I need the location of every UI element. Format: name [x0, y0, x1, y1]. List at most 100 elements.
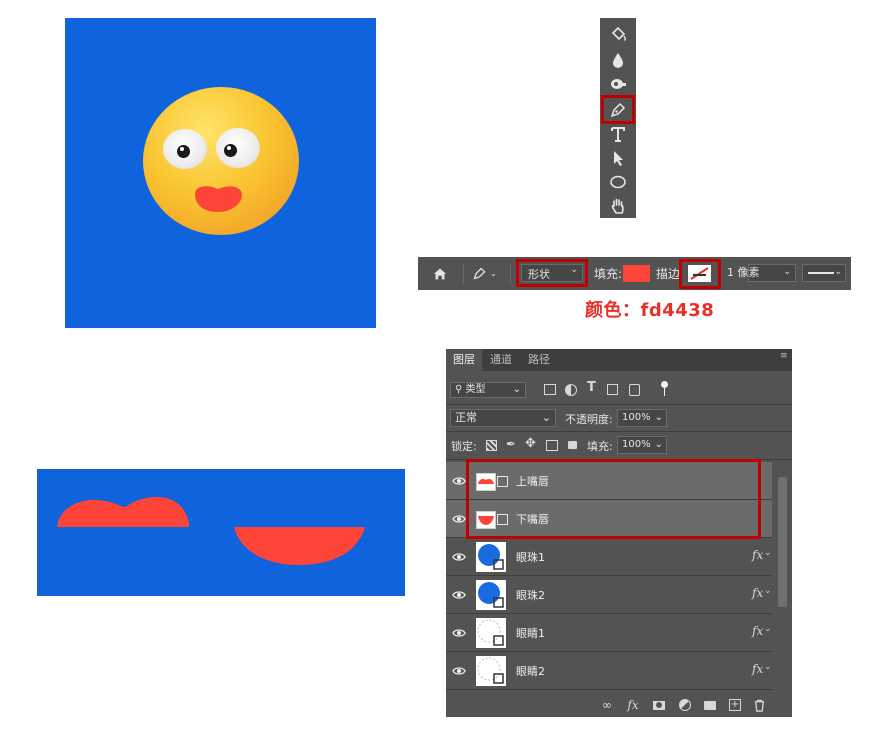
emoji-mouth: [195, 186, 242, 212]
layers-scrollbar-thumb[interactable]: [778, 477, 787, 607]
adjustment-filter-icon[interactable]: [565, 384, 577, 396]
tab-channels[interactable]: 通道: [490, 349, 512, 371]
layer-row-eye-2[interactable]: 眼睛2 fx ⌄: [446, 652, 772, 690]
opacity-input[interactable]: 100% ⌄: [617, 409, 667, 427]
trash-icon[interactable]: [751, 697, 767, 713]
lock-position-icon[interactable]: ✥: [525, 436, 536, 451]
layer-thumbnail: [476, 580, 506, 610]
lock-all-icon[interactable]: [568, 441, 577, 449]
stroke-label: 描边: [656, 267, 681, 281]
layer-thumbnail: [476, 542, 506, 572]
add-layer-style-icon[interactable]: fx: [625, 697, 641, 713]
link-layers-icon[interactable]: ∞: [599, 697, 615, 713]
tools-panel: [600, 18, 636, 218]
visibility-eye-icon[interactable]: [452, 512, 466, 526]
lock-artboard-icon[interactable]: [546, 440, 558, 451]
chevron-down-icon[interactable]: ⌄: [764, 548, 772, 558]
home-icon[interactable]: [432, 257, 452, 290]
layer-effects-icon[interactable]: fx: [752, 548, 763, 562]
filter-toggle-stem: [664, 388, 665, 396]
emoji-canvas: [65, 18, 376, 328]
divider: [510, 263, 511, 284]
right-pupil: [224, 144, 237, 157]
chevron-down-icon: ⌄: [654, 412, 663, 423]
ellipse-icon[interactable]: [600, 170, 636, 194]
paint-bucket-icon[interactable]: [600, 22, 636, 46]
fill-value: 100%: [622, 439, 651, 450]
layers-bottom-bar: ∞ fx +: [446, 693, 792, 717]
chevron-down-icon: ⌄: [541, 411, 551, 424]
panel-menu-icon[interactable]: ≡: [780, 352, 788, 361]
smart-object-filter-icon[interactable]: [629, 384, 640, 396]
visibility-eye-icon[interactable]: [452, 588, 466, 602]
new-group-folder-icon[interactable]: [702, 697, 718, 713]
layer-name: 眼睛1: [516, 627, 545, 640]
type-icon[interactable]: [600, 122, 636, 146]
left-pupil: [177, 145, 190, 158]
divider: [446, 431, 792, 432]
pen-tool-highlight: [601, 95, 635, 124]
layer-effects-icon[interactable]: fx: [752, 662, 763, 676]
chevron-down-icon: ⌄: [490, 269, 497, 278]
upper-lip-shape: [57, 497, 189, 527]
dodge-icon[interactable]: [600, 72, 636, 96]
tab-paths[interactable]: 路径: [528, 349, 550, 371]
visibility-eye-icon[interactable]: [452, 550, 466, 564]
layer-name: 眼睛2: [516, 665, 545, 678]
emoji-face: [143, 87, 299, 235]
divider: [463, 263, 464, 284]
layer-effects-icon[interactable]: fx: [752, 624, 763, 638]
chevron-down-icon: ⌄: [654, 439, 663, 450]
layers-panel: 图层 通道 路径 ≡ ⚲ 类型 ⌄ T 正常 ⌄ 不透明度: 100% ⌄ 锁定…: [446, 349, 792, 717]
layer-effects-icon[interactable]: fx: [752, 586, 763, 600]
stroke-width-input[interactable]: 1 像素 ⌄: [727, 264, 796, 282]
opacity-label: 不透明度:: [565, 413, 613, 426]
new-layer-icon[interactable]: +: [727, 697, 743, 713]
opacity-value: 100%: [622, 412, 651, 423]
image-filter-icon[interactable]: [544, 384, 556, 395]
lock-transparent-icon[interactable]: [486, 440, 497, 451]
layer-name: 眼珠2: [516, 589, 545, 602]
fill-color-swatch[interactable]: [623, 265, 650, 282]
stroke-type-select[interactable]: ⌄: [802, 264, 846, 282]
divider: [446, 404, 792, 405]
add-mask-icon[interactable]: [651, 697, 667, 713]
left-eye: [163, 129, 207, 169]
search-icon: ⚲: [455, 384, 463, 395]
blend-mode-value: 正常: [455, 411, 477, 424]
layer-thumbnail: [476, 656, 506, 686]
fill-label: 填充:: [594, 267, 623, 281]
layer-row-pupil-1[interactable]: 眼珠1 fx ⌄: [446, 538, 772, 576]
options-bar: ⌄ 形状 ⌄ 填充: 描边 1 像素 ⌄ ⌄: [418, 257, 851, 290]
path-selection-icon[interactable]: [600, 146, 636, 170]
lip-layers-highlight: [466, 459, 761, 539]
chevron-down-icon[interactable]: ⌄: [764, 624, 772, 634]
visibility-eye-icon[interactable]: [452, 474, 466, 488]
lips-shapes: [57, 497, 365, 565]
chevron-down-icon: ⌄: [783, 267, 791, 277]
tab-layers[interactable]: 图层: [446, 349, 482, 371]
visibility-eye-icon[interactable]: [452, 626, 466, 640]
blend-mode-select[interactable]: 正常 ⌄: [450, 409, 556, 427]
type-filter-icon[interactable]: T: [587, 380, 596, 395]
hand-icon[interactable]: [600, 194, 636, 218]
layer-filter-value: 类型: [465, 384, 486, 395]
stroke-highlight: [679, 259, 721, 289]
pen-tool-preset-icon[interactable]: ⌄: [472, 257, 502, 290]
filter-toggle-icon[interactable]: [661, 381, 668, 388]
layer-filter-select[interactable]: ⚲ 类型 ⌄: [450, 382, 526, 398]
fill-input[interactable]: 100% ⌄: [617, 436, 667, 454]
chevron-down-icon[interactable]: ⌄: [764, 662, 772, 672]
adjustment-layer-icon[interactable]: [677, 697, 693, 713]
blur-drop-icon[interactable]: [600, 48, 636, 72]
chevron-down-icon: ⌄: [834, 267, 842, 277]
stroke-width-value: 1 像素: [727, 266, 760, 279]
layer-row-pupil-2[interactable]: 眼珠2 fx ⌄: [446, 576, 772, 614]
lock-brush-icon[interactable]: ✒: [506, 437, 516, 451]
layer-row-eye-1[interactable]: 眼睛1 fx ⌄: [446, 614, 772, 652]
chevron-down-icon[interactable]: ⌄: [764, 586, 772, 596]
layers-panel-tabs: 图层 通道 路径 ≡: [446, 349, 792, 371]
shape-filter-icon[interactable]: [607, 384, 618, 395]
visibility-eye-icon[interactable]: [452, 664, 466, 678]
stroke-line-preview: [808, 272, 834, 274]
